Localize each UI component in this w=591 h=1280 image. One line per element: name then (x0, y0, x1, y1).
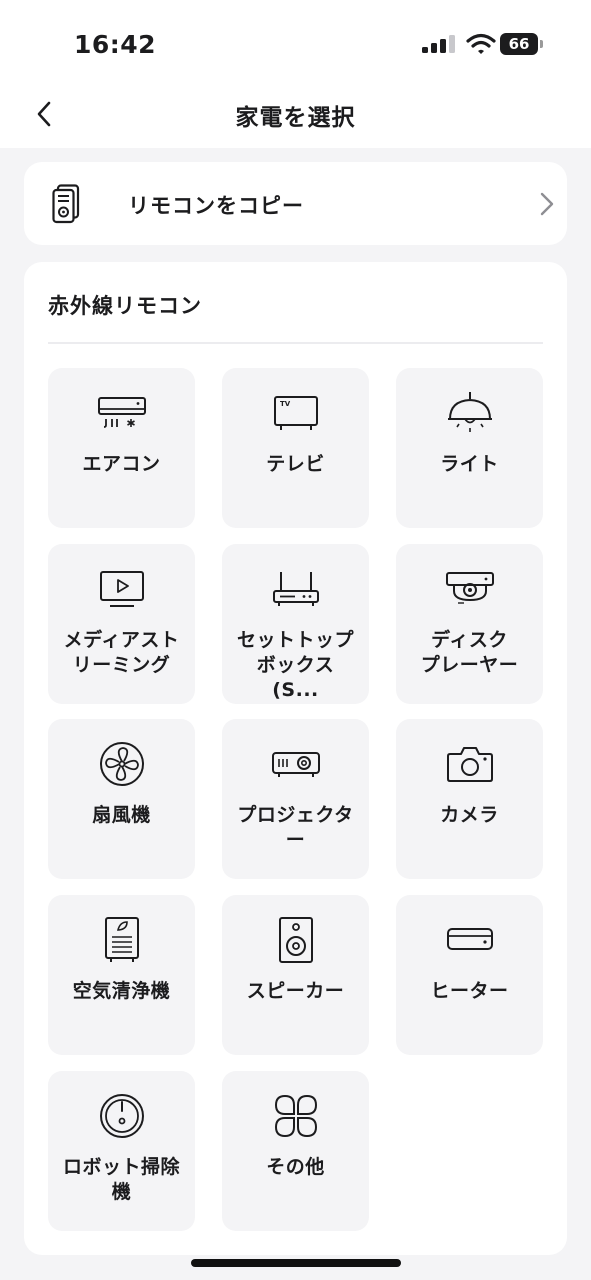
remote-copy-icon (52, 184, 80, 224)
tile-label: ディスク (431, 629, 508, 651)
ir-remote-section: 赤外線リモコン エアコン TV テレビ ライト メディアスト リーミング セット… (24, 262, 567, 1255)
copy-remote-row[interactable]: リモコンをコピー (24, 162, 567, 245)
fan-icon (99, 742, 144, 786)
tile-label-line2: ボックス (S... (256, 654, 335, 701)
device-tile-robot-vacuum[interactable]: ロボット掃除機 (48, 1071, 195, 1231)
disc-player-icon (445, 572, 494, 604)
device-tile-set-top-box[interactable]: セットトップボックス (S... (222, 544, 369, 704)
heater-icon (446, 928, 493, 950)
device-tile-other[interactable]: その他 (222, 1071, 369, 1231)
nav-bar: 家電を選択 (0, 80, 591, 148)
device-tile-heater[interactable]: ヒーター (396, 895, 543, 1055)
camera-icon (446, 747, 493, 782)
tile-label: テレビ (266, 453, 325, 475)
other-clover-icon (274, 1094, 317, 1138)
device-tile-camera[interactable]: カメラ (396, 719, 543, 879)
copy-remote-label: リモコンをコピー (128, 194, 304, 218)
tile-label-line2: リーミング (72, 654, 171, 676)
tile-label-line2: プレーヤー (420, 654, 519, 676)
battery-tip (540, 40, 543, 48)
device-tile-light[interactable]: ライト (396, 368, 543, 528)
signal-icon (422, 35, 455, 53)
status-indicators (422, 32, 496, 56)
tile-label-line2: 機 (111, 1181, 132, 1203)
device-tile-air-purifier[interactable]: 空気清浄機 (48, 895, 195, 1055)
device-tile-disc-player[interactable]: ディスク プレーヤー (396, 544, 543, 704)
chevron-right-icon (540, 192, 554, 216)
status-time: 16:42 (74, 30, 157, 59)
tile-label: ヒーター (430, 980, 509, 1002)
tile-label: メディアスト (63, 629, 180, 651)
device-tile-media-streaming[interactable]: メディアスト リーミング (48, 544, 195, 704)
tv-icon: TV (273, 396, 318, 430)
wifi-icon (466, 33, 496, 54)
tile-label-line2: ー (285, 829, 306, 851)
tile-label: ライト (440, 453, 499, 475)
tile-label: プロジェクタ (237, 804, 354, 826)
svg-text:TV: TV (280, 400, 291, 408)
projector-icon (271, 752, 320, 777)
section-divider (48, 342, 543, 344)
air-purifier-icon (104, 917, 139, 962)
tile-label: ロボット掃除 (62, 1156, 180, 1178)
pendant-light-icon (447, 392, 492, 432)
tile-label: 扇風機 (92, 804, 151, 826)
air-conditioner-icon (97, 397, 146, 428)
set-top-box-icon (272, 572, 319, 606)
device-tile-speaker[interactable]: スピーカー (222, 895, 369, 1055)
section-title: 赤外線リモコン (48, 294, 202, 318)
tile-label: スピーカー (246, 980, 345, 1002)
device-tile-tv[interactable]: TV テレビ (222, 368, 369, 528)
device-tile-projector[interactable]: プロジェクター (222, 719, 369, 879)
speaker-icon (278, 917, 313, 963)
home-indicator[interactable] (191, 1259, 401, 1267)
tile-label: カメラ (440, 804, 499, 826)
status-bar: 16:42 66 (0, 0, 591, 80)
media-streaming-icon (99, 571, 144, 607)
tile-label: セットトップ (236, 629, 354, 651)
tile-label: その他 (266, 1156, 325, 1178)
tile-label: エアコン (82, 453, 161, 475)
robot-vacuum-icon (99, 1094, 144, 1138)
page-title: 家電を選択 (235, 105, 356, 131)
tile-label: 空気清浄機 (72, 980, 171, 1002)
device-tile-air-conditioner[interactable]: エアコン (48, 368, 195, 528)
device-tile-fan[interactable]: 扇風機 (48, 719, 195, 879)
battery-indicator: 66 (500, 33, 538, 55)
